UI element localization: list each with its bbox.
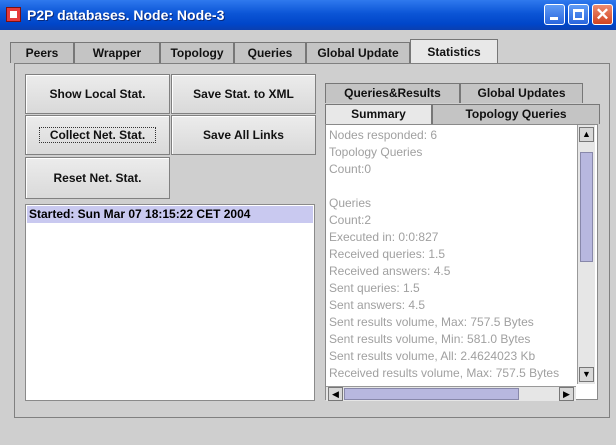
summary-line: Sent answers: 4.5 [329, 298, 426, 312]
tab-summary[interactable]: Summary [325, 104, 432, 124]
tab-peers[interactable]: Peers [10, 42, 74, 63]
scroll-left-arrow-icon[interactable]: ◀ [328, 387, 343, 401]
tab-global-updates[interactable]: Global Updates [460, 83, 583, 103]
reset-net-stat-label: Reset Net. Stat. [53, 171, 142, 185]
summary-line: Sent results volume, Min: 581.0 Bytes [329, 332, 531, 346]
save-all-links-label: Save All Links [203, 128, 284, 142]
collect-net-stat-label: Collect Net. Stat. [39, 127, 156, 143]
reset-net-stat-button[interactable]: Reset Net. Stat. [25, 157, 170, 199]
scroll-right-arrow-icon[interactable]: ▶ [559, 387, 574, 401]
scroll-down-arrow-icon[interactable]: ▼ [579, 367, 594, 382]
tab-wrapper[interactable]: Wrapper [74, 42, 160, 63]
vertical-scrollbar[interactable]: ▲ ▼ [577, 125, 595, 384]
summary-line: Count:0 [329, 162, 372, 176]
show-local-stat-button[interactable]: Show Local Stat. [25, 74, 170, 114]
close-button[interactable]: ✕ [592, 4, 613, 25]
tab-topology[interactable]: Topology [160, 42, 234, 63]
summary-line: Executed in: 0:0:827 [329, 230, 439, 244]
summary-line: Topology Queries [329, 145, 423, 159]
log-line[interactable]: Started: Sun Mar 07 18:15:22 CET 2004 [27, 206, 313, 223]
save-stat-xml-button[interactable]: Save Stat. to XML [171, 74, 316, 114]
summary-line [329, 178, 579, 195]
save-all-links-button[interactable]: Save All Links [171, 115, 316, 155]
window-title: P2P databases. Node: Node-3 [27, 7, 225, 23]
title-bar[interactable]: P2P databases. Node: Node-3 ✕ [0, 0, 616, 30]
vertical-scroll-thumb[interactable] [580, 152, 593, 262]
tab-queries[interactable]: Queries [234, 42, 306, 63]
summary-line: Sent results volume, Max: 757.5 Bytes [329, 315, 534, 329]
summary-line: Count:2 [329, 213, 372, 227]
tab-queries-results[interactable]: Queries&Results [325, 83, 460, 103]
summary-line: Nodes responded: 6 [329, 128, 438, 142]
scroll-up-arrow-icon[interactable]: ▲ [579, 127, 594, 142]
tab-statistics[interactable]: Statistics [410, 39, 498, 64]
app-icon [6, 7, 21, 22]
close-icon: ✕ [595, 5, 610, 24]
tab-global-update[interactable]: Global Update [306, 42, 410, 63]
show-local-stat-label: Show Local Stat. [49, 87, 146, 101]
minimize-icon [550, 17, 558, 20]
save-stat-xml-label: Save Stat. to XML [193, 87, 294, 101]
tab-topology-queries[interactable]: Topology Queries [432, 104, 600, 124]
summary-line: Sent results volume, All: 2.4624023 Kb [329, 349, 536, 363]
minimize-button[interactable] [544, 4, 565, 25]
log-list[interactable]: Started: Sun Mar 07 18:15:22 CET 2004 [25, 204, 315, 401]
horizontal-scroll-thumb[interactable] [344, 388, 519, 400]
summary-line: Queries [329, 196, 372, 210]
summary-textarea[interactable]: Nodes responded: 6 Topology Queries Coun… [325, 124, 598, 400]
maximize-button[interactable] [568, 4, 589, 25]
collect-net-stat-button[interactable]: Collect Net. Stat. [25, 115, 170, 155]
summary-line: Received answers: 4.5 [329, 264, 451, 278]
summary-line: Received queries: 1.5 [329, 247, 446, 261]
summary-text: Nodes responded: 6 Topology Queries Coun… [329, 127, 579, 382]
horizontal-scrollbar[interactable]: ◀ ▶ [326, 386, 576, 401]
summary-line: Received results volume, Max: 757.5 Byte… [329, 366, 560, 380]
maximize-icon [573, 9, 584, 20]
summary-line: Sent queries: 1.5 [329, 281, 420, 295]
